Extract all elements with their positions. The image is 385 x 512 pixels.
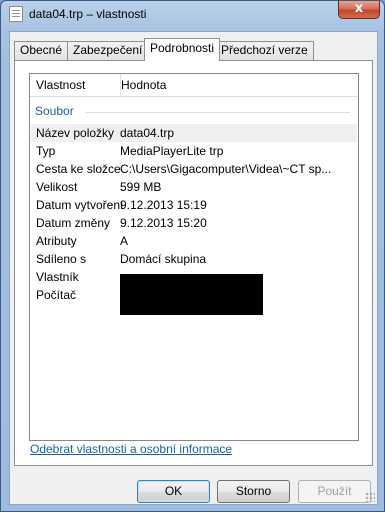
list-item[interactable]: Cesta ke složce C:\Users\Gigacomputer\Vi… (31, 160, 357, 178)
property-name: Název položky (36, 126, 115, 140)
property-name: Vlastník (36, 270, 79, 284)
property-value: C:\Users\Gigacomputer\Videa\~CT sp... (120, 162, 332, 176)
tab-details[interactable]: Podrobnosti (144, 38, 221, 61)
ok-button[interactable]: OK (137, 480, 210, 503)
list-item[interactable]: Velikost 599 MB (31, 178, 357, 196)
tab-previous-versions[interactable]: Předchozí verze (215, 41, 314, 60)
property-name: Typ (36, 144, 56, 158)
list-item[interactable]: Datum změny 9.12.2013 15:20 (31, 214, 357, 232)
property-name: Atributy (36, 234, 77, 248)
close-button[interactable]: x (338, 1, 380, 19)
property-name: Velikost (36, 180, 78, 194)
group-header-file: Soubor (35, 104, 353, 118)
property-name: Datum změny (36, 216, 111, 230)
property-value: MediaPlayerLite trp (120, 144, 224, 158)
resize-grip[interactable] (365, 492, 375, 502)
list-item[interactable]: Název položky data04.trp (31, 124, 357, 142)
title-bar[interactable]: data04.trp – vlastnosti x (1, 1, 385, 29)
tab-general[interactable]: Obecné (14, 41, 69, 60)
property-name: Počítač (36, 288, 77, 302)
property-name: Datum vytvoření (36, 198, 124, 212)
list-item[interactable]: Atributy A (31, 232, 357, 250)
group-divider (85, 112, 350, 113)
property-name: Sdíleno s (36, 252, 87, 266)
list-item[interactable]: Typ MediaPlayerLite trp (31, 142, 357, 160)
cancel-button[interactable]: Storno (217, 480, 290, 503)
list-item[interactable]: Sdíleno s Domácí skupina (31, 250, 357, 268)
apply-button[interactable]: Použít (298, 480, 371, 503)
property-value: A (120, 234, 129, 248)
window-title: data04.trp – vlastnosti (29, 7, 147, 21)
property-value: Domácí skupina (120, 252, 207, 266)
dialog-client: Obecné Zabezpečení Podrobnosti Předchozí… (9, 31, 378, 505)
property-value: 9.12.2013 15:20 (120, 216, 207, 230)
document-icon (9, 6, 23, 22)
property-value: data04.trp (120, 126, 175, 140)
list-item[interactable]: Datum vytvoření 9.12.2013 15:19 (31, 196, 357, 214)
property-value: 599 MB (120, 180, 162, 194)
column-header-value[interactable]: Hodnota (115, 74, 321, 96)
group-label: Soubor (35, 104, 78, 118)
redacted-owner-computer (120, 274, 263, 315)
tab-security[interactable]: Zabezpečení (67, 41, 149, 60)
properties-window: data04.trp – vlastnosti x Obecné Zabezpe… (0, 0, 385, 512)
properties-list[interactable]: Vlastnost Hodnota Soubor Název položky d… (29, 73, 359, 441)
details-panel: Vlastnost Hodnota Soubor Název položky d… (14, 60, 373, 466)
remove-properties-link[interactable]: Odebrat vlastnosti a osobní informace (30, 442, 232, 456)
list-header: Vlastnost Hodnota (30, 74, 358, 97)
property-name: Cesta ke složce (36, 162, 121, 176)
column-header-property[interactable]: Vlastnost (30, 74, 121, 96)
property-value: 9.12.2013 15:19 (120, 198, 207, 212)
